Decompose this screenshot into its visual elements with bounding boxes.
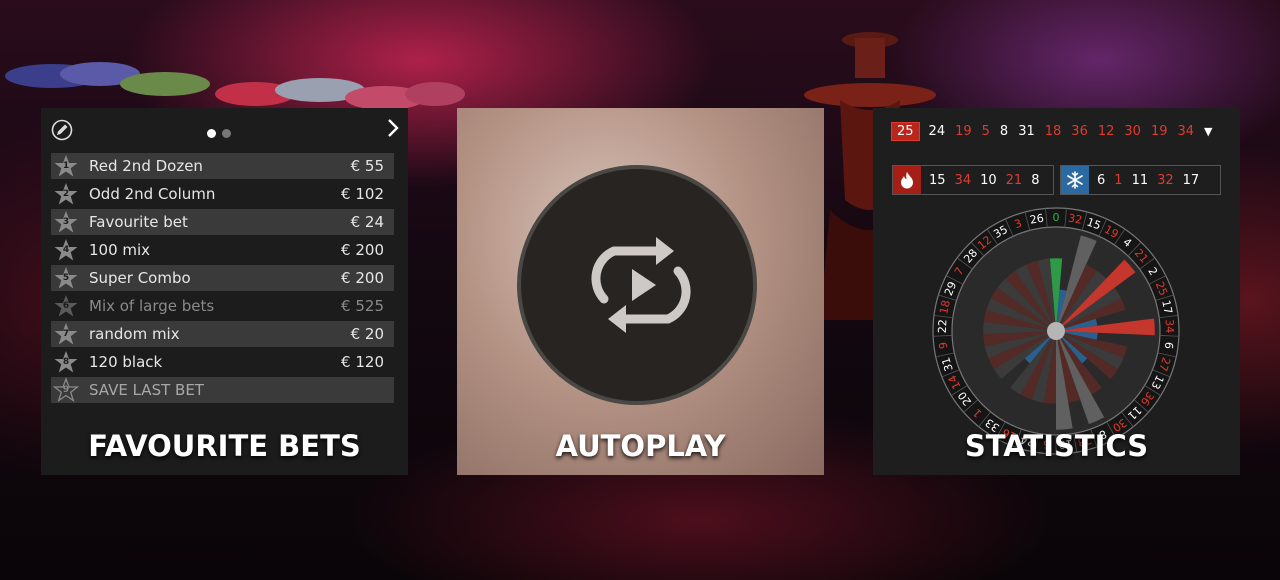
- favourite-bet-row[interactable]: 5 Super Combo € 200: [51, 265, 394, 291]
- favourite-bet-row[interactable]: 2 Odd 2nd Column € 102: [51, 181, 394, 207]
- bet-name: random mix: [89, 325, 180, 343]
- chevron-right-icon[interactable]: [386, 118, 400, 138]
- last-number-latest: 25: [891, 122, 920, 141]
- cold-number: 32: [1157, 172, 1174, 188]
- last-number: 36: [1071, 124, 1088, 139]
- wheel-number-label: 32: [1067, 212, 1083, 227]
- wheel-number-label: 26: [1029, 212, 1045, 227]
- last-number: 19: [1150, 124, 1168, 139]
- star-icon: 1: [53, 153, 79, 179]
- wheel-number-label: 22: [936, 319, 950, 334]
- hot-number: 8: [1031, 172, 1040, 188]
- hot-number: 34: [954, 172, 972, 188]
- hot-numbers: 15 34 10 21 8: [892, 165, 1054, 195]
- save-last-bet-button[interactable]: 9 SAVE LAST BET: [51, 377, 394, 403]
- star-icon: 2: [53, 181, 79, 207]
- star-icon: 7: [53, 321, 79, 347]
- bet-amount: € 525: [341, 297, 384, 315]
- bet-name: Red 2nd Dozen: [89, 157, 203, 175]
- bet-amount: € 102: [341, 185, 384, 203]
- star-icon: 5: [53, 265, 79, 291]
- wheel-hub: [1047, 322, 1065, 340]
- hot-number: 10: [980, 172, 997, 188]
- last-number: 18: [1044, 124, 1062, 139]
- cold-number: 1: [1114, 172, 1123, 188]
- cold-number: 11: [1131, 172, 1149, 188]
- page-dot-active[interactable]: [207, 129, 216, 138]
- page-dot[interactable]: [222, 129, 231, 138]
- favourite-bet-row[interactable]: 3 Favourite bet € 24: [51, 209, 394, 235]
- wheel-number-label: 34: [1163, 319, 1177, 334]
- star-icon: 3: [53, 209, 79, 235]
- favourite-bet-row[interactable]: 1 Red 2nd Dozen € 55: [51, 153, 394, 179]
- last-number: 34: [1177, 124, 1195, 139]
- bet-name: Favourite bet: [89, 213, 188, 231]
- roulette-statistics-wheel: 0 32 15 19421225173462713361130823105241633…: [932, 207, 1180, 455]
- bet-name: 120 black: [89, 353, 163, 371]
- favourite-bets-panel[interactable]: 1 Red 2nd Dozen € 55 2 Odd 2nd Column € …: [41, 108, 408, 475]
- favourite-bets-header: [41, 108, 408, 148]
- last-number: 12: [1097, 124, 1115, 139]
- favourite-bet-row[interactable]: 8 120 black € 120: [51, 349, 394, 375]
- page-indicator[interactable]: [207, 123, 237, 142]
- star-icon: 6: [53, 293, 79, 319]
- statistics-title: STATISTICS: [964, 429, 1149, 463]
- favourite-bets-title: FAVOURITE BETS: [88, 429, 361, 463]
- expand-triangle-icon[interactable]: ▼: [1204, 125, 1212, 138]
- favourite-bet-row[interactable]: 7 random mix € 20: [51, 321, 394, 347]
- autoplay-title: AUTOPLAY: [555, 429, 726, 463]
- bet-amount: € 120: [341, 353, 384, 371]
- favourite-bet-row-disabled[interactable]: 6 Mix of large bets € 525: [51, 293, 394, 319]
- bet-amount: € 24: [350, 213, 384, 231]
- bet-amount: € 200: [341, 269, 384, 287]
- last-number: 24: [928, 124, 946, 139]
- favourite-bet-row[interactable]: 4 100 mix € 200: [51, 237, 394, 263]
- star-icon: 8: [53, 349, 79, 375]
- bet-amount: € 200: [341, 241, 384, 259]
- last-number: 31: [1018, 124, 1035, 139]
- edit-icon[interactable]: [51, 119, 73, 141]
- last-number: 8: [999, 124, 1009, 139]
- cold-number: 17: [1182, 172, 1200, 188]
- fire-icon: [893, 166, 921, 194]
- bet-name: Odd 2nd Column: [89, 185, 216, 203]
- hot-number: 21: [1005, 172, 1023, 188]
- save-last-bet-label: SAVE LAST BET: [89, 381, 204, 399]
- favourite-bets-list: 1 Red 2nd Dozen € 55 2 Odd 2nd Column € …: [51, 153, 394, 405]
- last-number: 5: [981, 124, 990, 139]
- cold-number: 6: [1097, 172, 1106, 188]
- bet-amount: € 55: [350, 157, 384, 175]
- last-numbers-strip[interactable]: 25 24 19 5 8 31 18 36 12 30 19 34 ▼: [891, 122, 1213, 141]
- cold-numbers: 6 1 11 32 17: [1060, 165, 1221, 195]
- bet-name: Super Combo: [89, 269, 191, 287]
- star-icon: 4: [53, 237, 79, 263]
- bet-name: Mix of large bets: [89, 297, 215, 315]
- last-number: 30: [1124, 124, 1141, 139]
- autoplay-button[interactable]: [517, 165, 757, 405]
- snowflake-icon: [1061, 166, 1089, 194]
- autoplay-panel[interactable]: AUTOPLAY: [457, 108, 824, 475]
- wheel-number-label: 0: [1053, 211, 1060, 224]
- statistics-panel[interactable]: 25 24 19 5 8 31 18 36 12 30 19 34 ▼ 15 3…: [873, 108, 1240, 475]
- last-number: 19: [955, 124, 972, 139]
- bet-amount: € 20: [350, 325, 384, 343]
- bet-name: 100 mix: [89, 241, 151, 259]
- star-outline-icon: 9: [52, 377, 80, 403]
- hot-number: 15: [929, 172, 946, 188]
- autoplay-icon: [591, 237, 691, 333]
